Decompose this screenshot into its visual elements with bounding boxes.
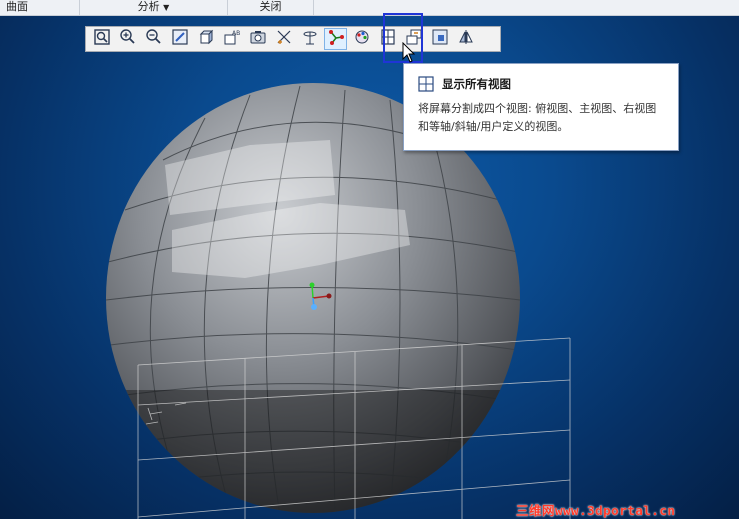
view-manager-icon [249,28,267,50]
sketch-display-button[interactable] [324,28,347,50]
refit-icon [93,28,111,50]
sketch-display-icon [327,28,345,50]
view-manager-button[interactable] [246,28,269,50]
four-view-icon [418,76,434,92]
saved-orientations-icon: AB [223,28,241,50]
view-toolbar: AB [85,26,501,52]
refit-button[interactable] [90,28,113,50]
watermark: 三维网www.3dportal.cn [516,503,676,518]
zoom-in-icon [119,28,137,50]
tooltip-title: 显示所有视图 [442,77,511,91]
tooltip-title-row: 显示所有视图 [418,76,664,92]
spin-center-button[interactable] [298,28,321,50]
tooltip-description: 将屏幕分割成四个视图: 俯视图、主视图、右视图和等轴/斜轴/用户定义的视图。 [418,102,657,133]
mirror-view-icon [457,28,475,50]
spin-center-icon [301,28,319,50]
repaint-button[interactable] [168,28,191,50]
view-normal-button[interactable] [428,28,451,50]
zoom-out-button[interactable] [142,28,165,50]
zoom-in-button[interactable] [116,28,139,50]
zoom-out-icon [145,28,163,50]
svg-text:AB: AB [232,30,240,37]
repaint-icon [171,28,189,50]
mouse-cursor-icon [402,42,416,63]
appearance-icon [353,28,371,50]
saved-orientations-button[interactable]: AB [220,28,243,50]
datum-display-icon [275,28,293,50]
display-style-button[interactable] [194,28,217,50]
datum-display-button[interactable] [272,28,295,50]
mirror-view-button[interactable] [454,28,477,50]
view-normal-icon [431,28,449,50]
tooltip: 显示所有视图 将屏幕分割成四个视图: 俯视图、主视图、右视图和等轴/斜轴/用户定… [403,63,679,151]
display-style-icon [197,28,215,50]
appearance-button[interactable] [350,28,373,50]
